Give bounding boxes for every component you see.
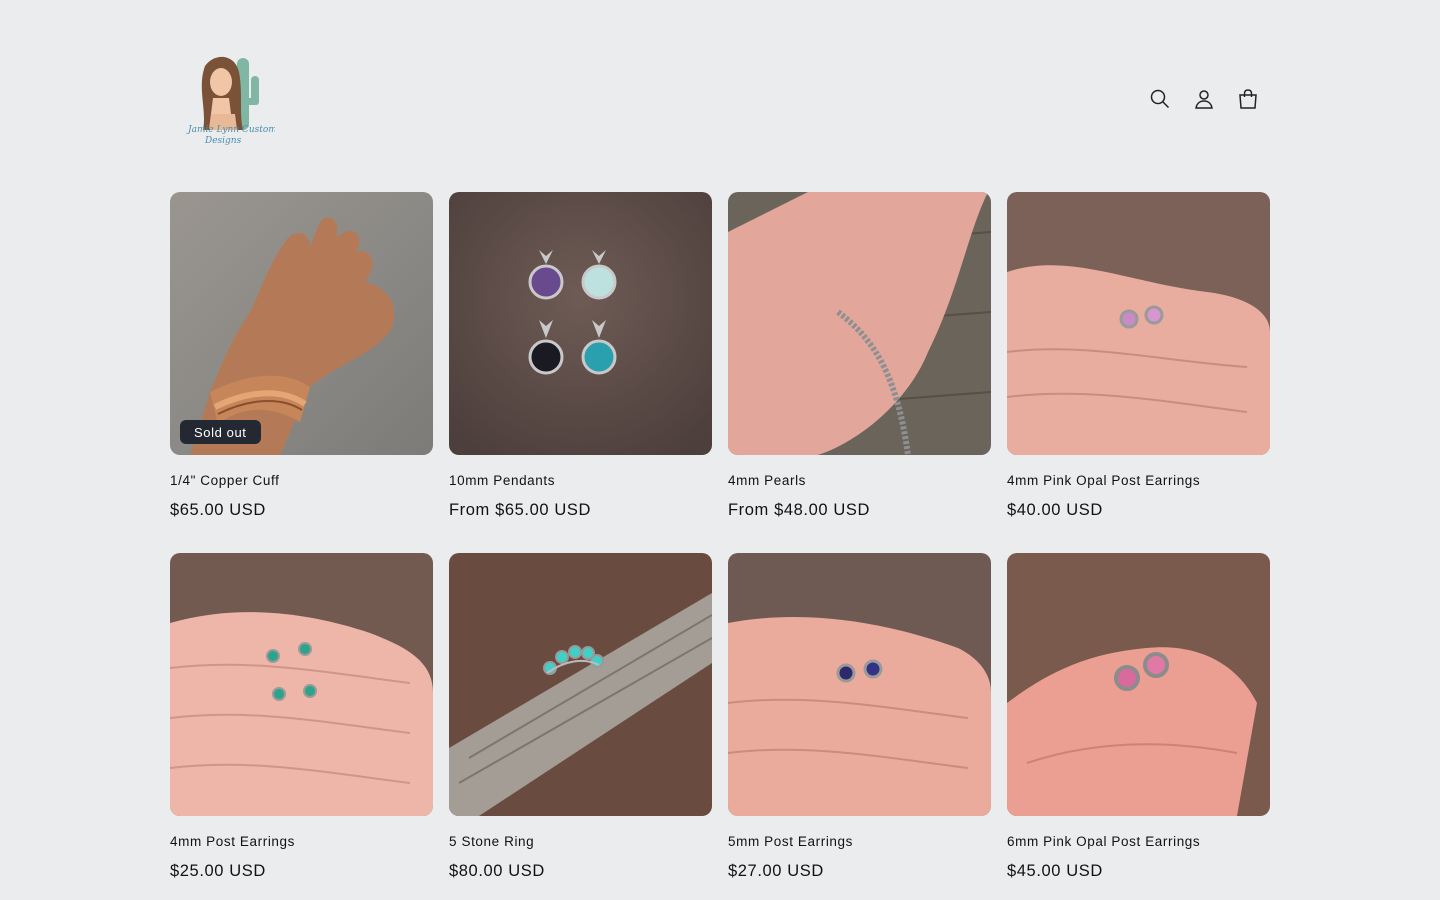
product-image[interactable] (170, 553, 433, 816)
product-card[interactable]: 5mm Post Earrings $27.00 USD (728, 553, 991, 900)
search-icon[interactable] (1138, 77, 1182, 121)
product-title[interactable]: 4mm Pearls (728, 472, 991, 490)
svg-text:Designs: Designs (204, 136, 242, 146)
svg-text:Jamie Lynn Custom: Jamie Lynn Custom (186, 125, 275, 135)
product-title[interactable]: 10mm Pendants (449, 472, 712, 490)
product-grid: Sold out 1/4" Copper Cuff $65.00 USD 10m… (170, 192, 1270, 900)
header-icons (1138, 77, 1270, 121)
product-title[interactable]: 5mm Post Earrings (728, 833, 991, 851)
product-price: $45.00 USD (1007, 862, 1103, 880)
store-logo[interactable]: Jamie Lynn Custom Designs (185, 52, 277, 148)
product-price: $40.00 USD (1007, 501, 1103, 519)
product-card[interactable]: 4mm Post Earrings $25.00 USD (170, 553, 433, 900)
product-image[interactable] (728, 553, 991, 816)
product-image[interactable] (1007, 192, 1270, 455)
account-icon[interactable] (1182, 77, 1226, 121)
product-title[interactable]: 4mm Pink Opal Post Earrings (1007, 472, 1270, 490)
product-price: From $48.00 USD (728, 501, 870, 519)
product-price: $80.00 USD (449, 862, 545, 880)
product-title[interactable]: 4mm Post Earrings (170, 833, 433, 851)
product-card[interactable]: 4mm Pearls From $48.00 USD (728, 192, 991, 553)
product-image[interactable] (449, 192, 712, 455)
product-title[interactable]: 6mm Pink Opal Post Earrings (1007, 833, 1270, 851)
product-card[interactable]: 10mm Pendants From $65.00 USD (449, 192, 712, 553)
product-price: $27.00 USD (728, 862, 824, 880)
cart-icon[interactable] (1226, 77, 1270, 121)
product-title[interactable]: 5 Stone Ring (449, 833, 712, 851)
product-card[interactable]: 5 Stone Ring $80.00 USD (449, 553, 712, 900)
product-card[interactable]: 4mm Pink Opal Post Earrings $40.00 USD (1007, 192, 1270, 553)
product-price: From $65.00 USD (449, 501, 591, 519)
product-price: $25.00 USD (170, 862, 266, 880)
product-card[interactable]: Sold out 1/4" Copper Cuff $65.00 USD (170, 192, 433, 553)
product-card[interactable]: 6mm Pink Opal Post Earrings $45.00 USD (1007, 553, 1270, 900)
product-image[interactable]: Sold out (170, 192, 433, 455)
page: Jamie Lynn Custom Designs Sold out 1/4" … (0, 0, 1440, 900)
sold-out-badge: Sold out (180, 420, 261, 444)
site-header: Jamie Lynn Custom Designs (170, 0, 1270, 192)
product-image[interactable] (728, 192, 991, 455)
product-title[interactable]: 1/4" Copper Cuff (170, 472, 433, 490)
product-image[interactable] (1007, 553, 1270, 816)
product-price: $65.00 USD (170, 501, 266, 519)
product-image[interactable] (449, 553, 712, 816)
